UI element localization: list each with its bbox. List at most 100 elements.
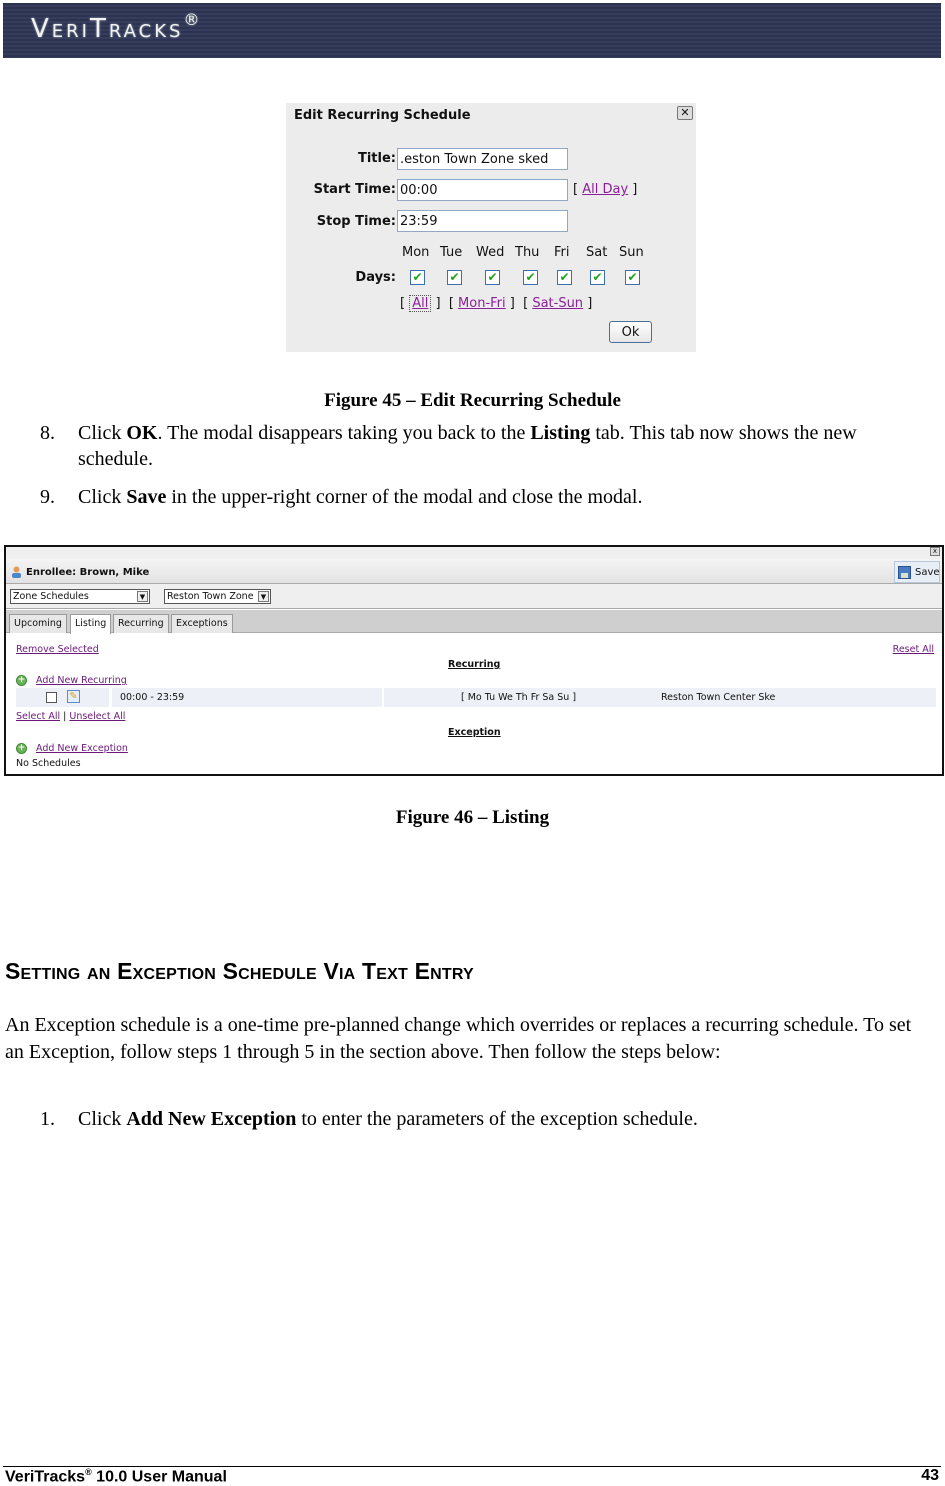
- recurring-row: ✎ 00:00 - 23:59 [ Mo Tu We Th Fr Sa Su ]…: [16, 688, 936, 707]
- selection-links: Select All | Unselect All: [16, 711, 125, 722]
- step-text-part: Click: [78, 486, 127, 508]
- figure-46-caption: Figure 46 – Listing: [395, 807, 550, 828]
- step-text-part: . The modal disappears taking you back t…: [157, 422, 531, 444]
- step-text: Click Save in the upper-right corner of …: [78, 484, 935, 510]
- all-days-link[interactable]: All: [409, 295, 432, 312]
- schedule-type-select[interactable]: Zone Schedules ▼: [10, 589, 150, 604]
- start-time-label: Start Time:: [313, 182, 396, 197]
- chevron-down-icon: ▼: [137, 591, 148, 602]
- add-icon: +: [16, 675, 27, 686]
- step-bold-save: Save: [126, 486, 167, 508]
- sat-sun-link[interactable]: Sat-Sun: [532, 296, 583, 311]
- add-new-exception-link[interactable]: Add New Exception: [36, 743, 128, 754]
- footer-registered-mark: ®: [85, 1467, 92, 1477]
- row-days: [ Mo Tu We Th Fr Sa Su ]: [461, 692, 577, 703]
- day-header-tue: Tue: [440, 245, 463, 260]
- day-header-sat: Sat: [586, 245, 608, 260]
- remove-selected-link[interactable]: Remove Selected: [16, 644, 99, 655]
- step-number: 8.: [40, 422, 55, 444]
- day-header-sun: Sun: [619, 245, 644, 260]
- figure-45-caption: Figure 45 – Edit Recurring Schedule: [324, 390, 621, 411]
- all-day-bracket: [ All Day ]: [573, 182, 638, 197]
- registered-mark: ®: [183, 10, 200, 29]
- step-bold-listing: Listing: [530, 422, 591, 444]
- step-1: 1. Click Add New Exception to enter the …: [40, 1106, 935, 1132]
- edit-recurring-schedule-modal: Edit Recurring Schedule ✕ Title: Start T…: [286, 103, 696, 352]
- section-paragraph: An Exception schedule is a one-time pre-…: [5, 1014, 912, 1063]
- title-label: Title:: [357, 151, 396, 166]
- schedule-type-value: Zone Schedules: [13, 591, 89, 602]
- checkbox-mon[interactable]: ✔: [410, 270, 425, 285]
- logo-text: VeriTracks: [31, 14, 184, 44]
- day-header-fri: Fri: [554, 245, 570, 260]
- selector-row: Zone Schedules ▼ Reston Town Zone ▼: [6, 584, 942, 609]
- day-header-thu: Thu: [515, 245, 540, 260]
- footer-manual-title: VeriTracks® 10.0 User Manual: [5, 1467, 227, 1486]
- exception-heading: Exception: [448, 727, 501, 738]
- veritracks-logo: VeriTracks®: [31, 10, 199, 44]
- close-icon[interactable]: ✕: [677, 106, 693, 120]
- checkbox-thu[interactable]: ✔: [523, 270, 538, 285]
- all-day-link[interactable]: All Day: [582, 182, 628, 197]
- footer-brand: VeriTracks: [5, 1468, 86, 1486]
- save-label: Save: [915, 567, 940, 578]
- tab-listing[interactable]: Listing: [70, 614, 112, 634]
- checkbox-sun[interactable]: ✔: [625, 270, 640, 285]
- zone-select[interactable]: Reston Town Zone ▼: [164, 589, 271, 604]
- step-text: Click Add New Exception to enter the par…: [78, 1106, 935, 1132]
- step-text-part: Click: [78, 422, 127, 444]
- days-label: Days:: [355, 270, 396, 285]
- select-all-link[interactable]: Select All: [16, 711, 60, 722]
- close-icon[interactable]: x: [930, 547, 940, 556]
- save-button[interactable]: Save: [894, 561, 940, 583]
- no-schedules-text: No Schedules: [16, 758, 81, 769]
- unselect-all-link[interactable]: Unselect All: [69, 711, 125, 722]
- step-number: 9.: [40, 486, 55, 508]
- modal-title: Edit Recurring Schedule: [294, 108, 471, 123]
- reset-all-link[interactable]: Reset All: [893, 644, 934, 655]
- step-text-part: in the upper-right corner of the modal a…: [166, 486, 643, 508]
- start-time-input[interactable]: [397, 179, 568, 201]
- tab-recurring[interactable]: Recurring: [113, 614, 169, 633]
- checkbox-wed[interactable]: ✔: [485, 270, 500, 285]
- footer-version: 10.0 User Manual: [91, 1468, 227, 1486]
- add-icon: +: [16, 743, 27, 754]
- checkbox-tue[interactable]: ✔: [447, 270, 462, 285]
- row-time: 00:00 - 23:59: [120, 692, 185, 703]
- ok-button[interactable]: Ok: [609, 321, 652, 343]
- tab-upcoming[interactable]: Upcoming: [9, 614, 67, 633]
- row-cell: [16, 688, 109, 707]
- step-text: Click OK. The modal disappears taking yo…: [78, 420, 935, 472]
- tab-bar: Upcoming Listing Recurring Exceptions: [6, 610, 942, 634]
- add-new-recurring-link[interactable]: Add New Recurring: [36, 675, 127, 686]
- enrollee-name: Enrollee: Brown, Mike: [26, 567, 150, 578]
- tab-exceptions[interactable]: Exceptions: [171, 614, 233, 633]
- day-header-mon: Mon: [402, 245, 430, 260]
- row-checkbox[interactable]: [46, 692, 57, 703]
- step-number: 1.: [40, 1108, 55, 1130]
- step-text-part: to enter the parameters of the exception…: [296, 1108, 698, 1130]
- title-strip: [6, 547, 942, 559]
- edit-pencil-icon[interactable]: ✎: [67, 690, 80, 703]
- step-bold-ok: OK: [126, 422, 158, 444]
- step-8: 8. Click OK. The modal disappears taking…: [40, 420, 935, 472]
- quick-links: [ All ] [ Mon-Fri ] [ Sat-Sun ]: [400, 295, 593, 312]
- stop-time-label: Stop Time:: [316, 214, 396, 229]
- stop-time-input[interactable]: [397, 210, 568, 232]
- page-number: 43: [921, 1467, 939, 1484]
- person-icon: [12, 566, 21, 578]
- mon-fri-link[interactable]: Mon-Fri: [458, 296, 506, 311]
- checkbox-sat[interactable]: ✔: [590, 270, 605, 285]
- title-input[interactable]: [397, 148, 568, 170]
- separator: |: [63, 711, 67, 722]
- chevron-down-icon: ▼: [258, 591, 269, 602]
- day-header-wed: Wed: [476, 245, 505, 260]
- section-heading: Setting an Exception Schedule Via Text E…: [5, 958, 474, 984]
- recurring-heading: Recurring: [448, 659, 501, 670]
- row-title: Reston Town Center Ske: [661, 692, 776, 703]
- checkbox-fri[interactable]: ✔: [557, 270, 572, 285]
- step-bold-add-new-exception: Add New Exception: [126, 1108, 297, 1130]
- floppy-disk-icon: [898, 566, 911, 579]
- header-banner: VeriTracks®: [3, 3, 941, 58]
- zone-value: Reston Town Zone: [167, 591, 254, 602]
